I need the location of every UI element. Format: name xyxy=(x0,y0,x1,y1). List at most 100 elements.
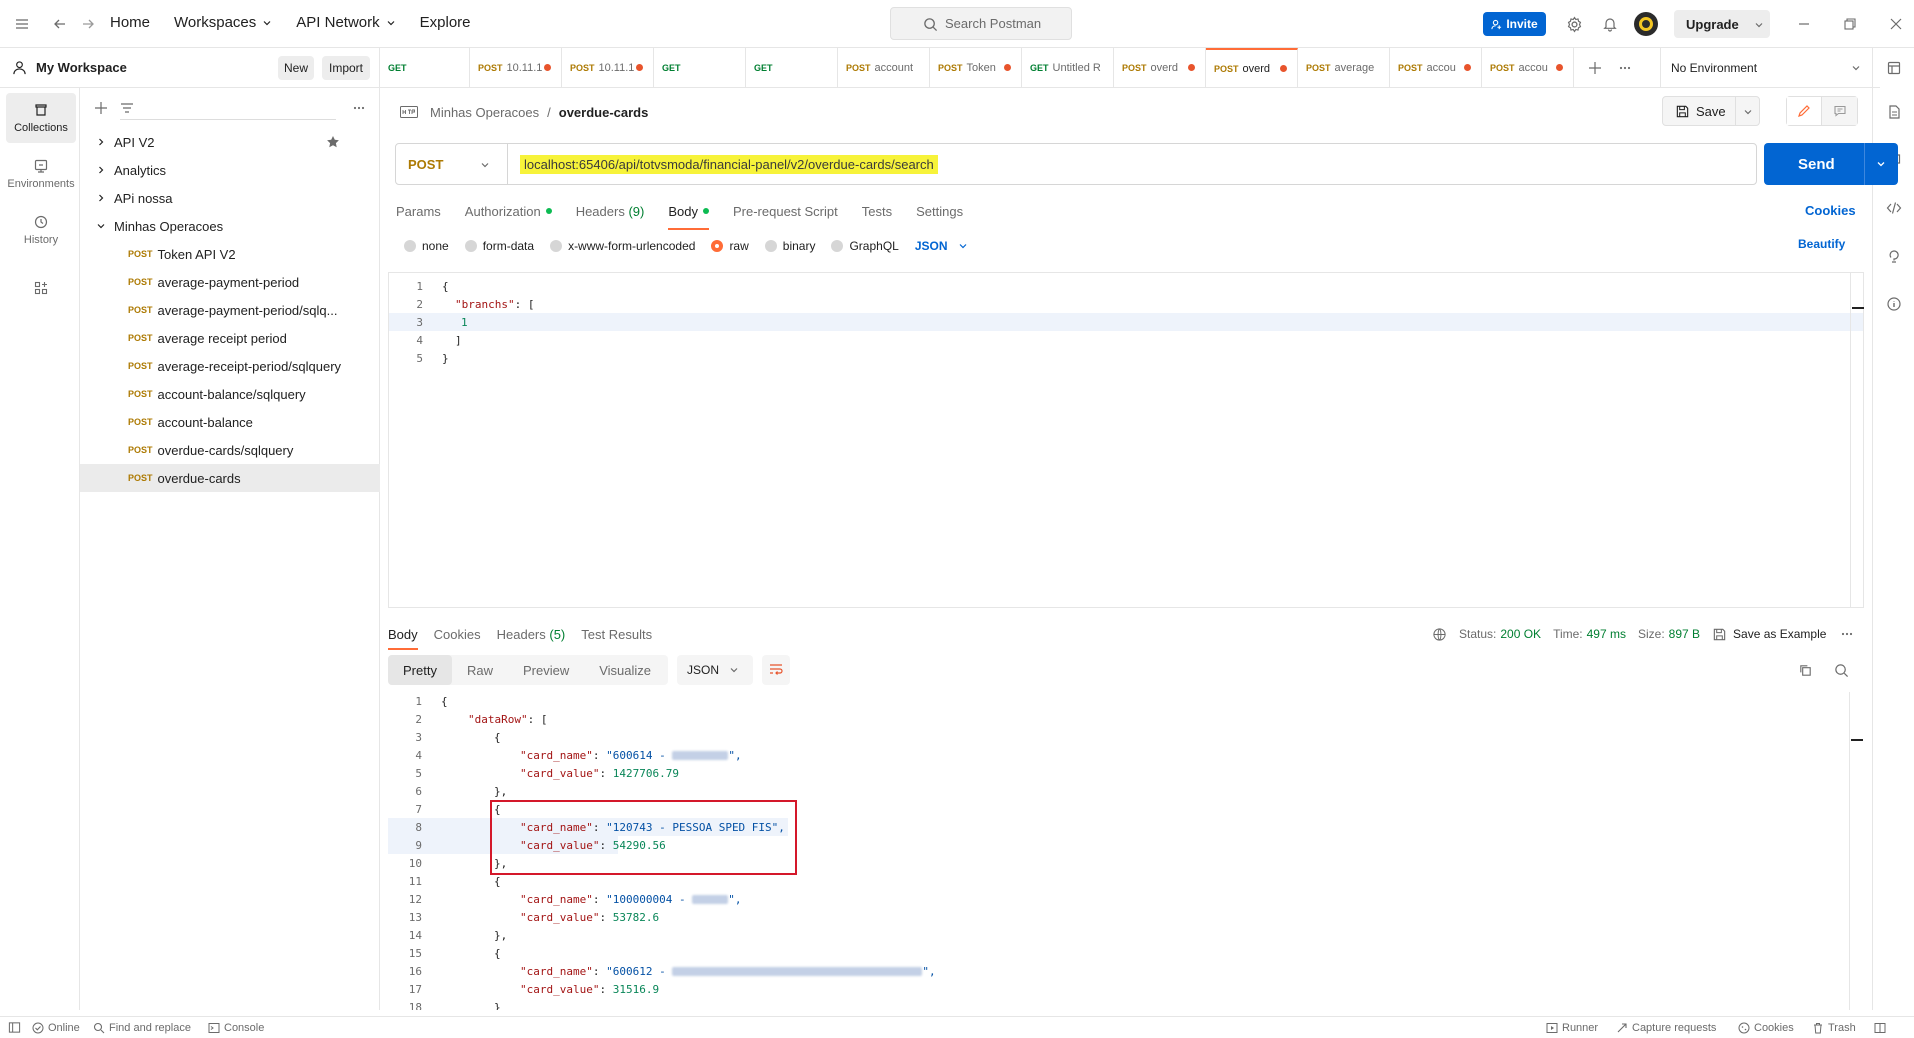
scrollbar-track[interactable] xyxy=(1849,692,1850,1010)
method-select[interactable]: POST xyxy=(396,144,508,184)
code-snippet-icon[interactable] xyxy=(1882,196,1906,220)
collection-api-nossa[interactable]: APi nossa xyxy=(80,184,380,212)
breadcrumb-parent[interactable]: Minhas Operacoes xyxy=(430,105,539,120)
minimize-icon[interactable] xyxy=(1792,12,1816,36)
request-item[interactable]: POST Token API V2 xyxy=(80,240,380,268)
mode-urlencoded[interactable]: x-www-form-urlencoded xyxy=(550,239,695,253)
import-button[interactable]: Import xyxy=(322,56,370,80)
body-format-select[interactable]: JSON xyxy=(915,239,968,253)
new-tab-plus-icon[interactable] xyxy=(1588,61,1602,75)
tab-body[interactable]: Body xyxy=(668,196,709,230)
request-tab[interactable]: POST Token xyxy=(930,47,1022,88)
request-tab[interactable]: POST 10.11.1 xyxy=(562,47,654,88)
request-item[interactable]: POST average-payment-period/sqlq... xyxy=(80,296,380,324)
chevron-down-icon[interactable] xyxy=(1743,107,1753,117)
view-pretty[interactable]: Pretty xyxy=(388,655,452,685)
trash-button[interactable]: Trash xyxy=(1812,1022,1856,1034)
resp-tab-headers[interactable]: Headers (5) xyxy=(497,620,566,648)
tab-authorization[interactable]: Authorization xyxy=(465,196,552,226)
request-tab[interactable]: POST 10.11.1 xyxy=(470,47,562,88)
nav-explore[interactable]: Explore xyxy=(420,14,471,31)
filter-input[interactable] xyxy=(120,98,336,120)
save-button[interactable]: Save xyxy=(1662,96,1760,126)
scrollbar-track[interactable] xyxy=(1850,273,1851,607)
request-item[interactable]: POST overdue-cards/sqlquery xyxy=(80,436,380,464)
nav-api-network[interactable]: API Network xyxy=(296,14,395,31)
tab-pre-request-script[interactable]: Pre-request Script xyxy=(733,196,838,226)
tab-params[interactable]: Params xyxy=(396,196,441,226)
lightbulb-icon[interactable] xyxy=(1882,244,1906,268)
nav-workspaces[interactable]: Workspaces xyxy=(174,14,272,31)
size-value[interactable]: 897 B xyxy=(1669,627,1700,641)
more-options-icon[interactable] xyxy=(1840,627,1854,641)
mode-binary[interactable]: binary xyxy=(764,239,815,253)
request-tab[interactable]: GET xyxy=(654,47,746,88)
resp-tab-test-results[interactable]: Test Results xyxy=(581,620,652,648)
settings-gear-icon[interactable] xyxy=(1562,12,1586,36)
request-item[interactable]: POST account-balance/sqlquery xyxy=(80,380,380,408)
send-button[interactable]: Send xyxy=(1764,143,1898,185)
collection-api-v2[interactable]: API V2 xyxy=(80,128,380,156)
more-options-icon[interactable] xyxy=(352,101,366,115)
request-tab-active[interactable]: POST overd xyxy=(1206,47,1298,88)
nav-home[interactable]: Home xyxy=(110,14,150,31)
wrap-lines-button[interactable] xyxy=(762,655,790,685)
tab-more-icon[interactable] xyxy=(1618,61,1632,75)
tab-tests[interactable]: Tests xyxy=(862,196,892,226)
chevron-down-icon[interactable] xyxy=(1876,159,1886,169)
notification-bell-icon[interactable] xyxy=(1598,12,1622,36)
environment-quicklook-icon[interactable] xyxy=(1882,56,1906,80)
toggle-sidebar-button[interactable] xyxy=(8,1021,21,1034)
cookies-link[interactable]: Cookies xyxy=(1805,203,1856,218)
collection-minhas-operacoes[interactable]: Minhas Operacoes xyxy=(80,212,380,240)
rail-history[interactable]: History xyxy=(6,205,76,255)
resp-tab-cookies[interactable]: Cookies xyxy=(434,620,481,648)
mode-raw[interactable]: raw xyxy=(711,239,749,253)
invite-button[interactable]: Invite xyxy=(1483,12,1546,36)
mode-graphql[interactable]: GraphQL xyxy=(831,239,899,253)
upgrade-button[interactable]: Upgrade xyxy=(1674,10,1770,38)
resp-tab-body[interactable]: Body xyxy=(388,620,418,650)
request-item[interactable]: POST average-payment-period xyxy=(80,268,380,296)
console-button[interactable]: Console xyxy=(208,1022,264,1034)
tab-settings[interactable]: Settings xyxy=(916,196,963,226)
cookies-button[interactable]: Cookies xyxy=(1738,1022,1794,1034)
restore-window-icon[interactable] xyxy=(1838,12,1862,36)
environment-selector[interactable]: No Environment xyxy=(1660,48,1860,88)
response-format-select[interactable]: JSON xyxy=(677,655,753,685)
view-visualize[interactable]: Visualize xyxy=(584,655,666,685)
request-item[interactable]: POST average receipt period xyxy=(80,324,380,352)
tab-headers[interactable]: Headers (9) xyxy=(576,196,645,226)
save-as-example-button[interactable]: Save as Example xyxy=(1733,627,1826,641)
request-item-selected[interactable]: POST overdue-cards xyxy=(80,464,380,492)
time-value[interactable]: 497 ms xyxy=(1587,627,1626,641)
search-icon[interactable] xyxy=(1834,663,1849,678)
new-button[interactable]: New xyxy=(278,56,314,80)
status-value[interactable]: 200 OK xyxy=(1500,627,1541,641)
view-preview[interactable]: Preview xyxy=(508,655,584,685)
request-tab[interactable]: POST average xyxy=(1298,47,1390,88)
runner-button[interactable]: Runner xyxy=(1546,1022,1598,1034)
info-icon[interactable] xyxy=(1882,292,1906,316)
online-status[interactable]: Online xyxy=(32,1022,80,1034)
url-input[interactable]: localhost:65406/api/totvsmoda/financial-… xyxy=(520,154,938,174)
search-postman-input[interactable]: Search Postman xyxy=(890,7,1072,40)
find-replace-button[interactable]: Find and replace xyxy=(93,1022,191,1034)
request-item[interactable]: POST average-receipt-period/sqlquery xyxy=(80,352,380,380)
request-tab[interactable]: POST accou xyxy=(1482,47,1574,88)
beautify-link[interactable]: Beautify xyxy=(1798,237,1845,251)
mode-none[interactable]: none xyxy=(404,239,449,253)
request-body-editor[interactable]: 1{ 2 "branchs": [ 31 4] 5} xyxy=(388,272,1864,608)
view-raw[interactable]: Raw xyxy=(452,655,508,685)
capture-requests-button[interactable]: Capture requests xyxy=(1616,1022,1716,1034)
avatar[interactable] xyxy=(1634,12,1658,36)
edit-mode-button[interactable] xyxy=(1787,97,1823,125)
copy-icon[interactable] xyxy=(1798,663,1813,678)
response-body-viewer[interactable]: 1{ 2 "dataRow": [ 3{ 4 "card_name": "60061… xyxy=(388,692,1864,1010)
request-tab[interactable]: POST account xyxy=(838,47,930,88)
star-icon[interactable] xyxy=(326,135,340,149)
plus-icon[interactable] xyxy=(94,101,108,115)
rail-environments[interactable]: Environments xyxy=(6,149,76,199)
request-item[interactable]: POST account-balance xyxy=(80,408,380,436)
comment-mode-button[interactable] xyxy=(1822,97,1857,125)
